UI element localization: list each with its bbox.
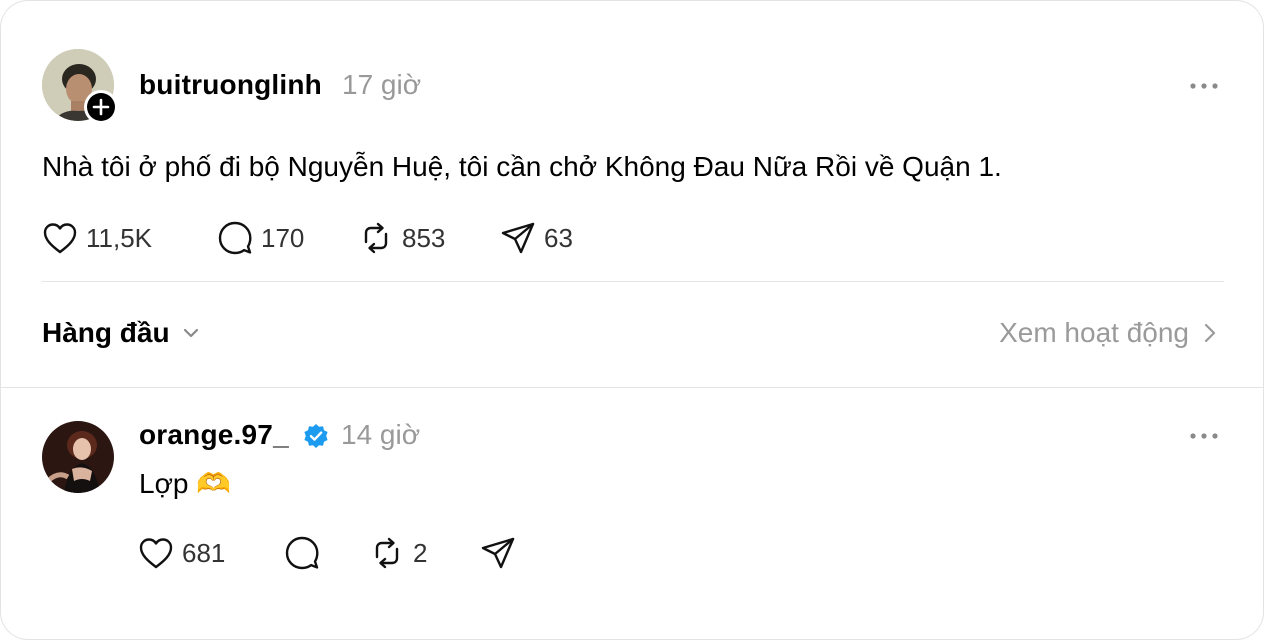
view-activity-label: Xem hoạt động [999, 317, 1189, 348]
chevron-down-icon [182, 324, 200, 342]
share-icon [500, 220, 536, 256]
sort-dropdown[interactable]: Hàng đầu [42, 317, 200, 349]
post-username[interactable]: buitruonglinh [139, 69, 322, 101]
comment-button[interactable] [284, 533, 320, 573]
more-options-icon[interactable] [1187, 425, 1221, 447]
chevron-right-icon [1203, 321, 1217, 345]
thread-card: buitruonglinh 17 giờ Nhà tôi ở phố đi bộ… [0, 0, 1264, 640]
reply-avatar[interactable] [42, 421, 114, 493]
share-icon [480, 535, 516, 571]
share-count: 63 [544, 222, 573, 253]
share-button[interactable]: 63 [500, 218, 573, 258]
reply-username[interactable]: orange.97_ [139, 419, 289, 451]
share-button[interactable] [480, 533, 516, 573]
verified-badge-icon [303, 423, 329, 449]
like-button[interactable]: 681 [138, 533, 225, 573]
repost-count: 2 [413, 537, 428, 568]
repost-icon [369, 535, 405, 571]
reply-time[interactable]: 14 giờ [341, 419, 420, 451]
repost-icon [358, 220, 394, 256]
divider [1, 387, 1264, 388]
repost-button[interactable]: 2 [369, 533, 427, 573]
comment-icon [217, 220, 253, 256]
heart-icon [138, 536, 174, 570]
sort-label: Hàng đầu [42, 317, 170, 348]
divider [42, 281, 1224, 282]
repost-button[interactable]: 853 [358, 218, 445, 258]
heart-icon [42, 221, 78, 255]
post-text: Nhà tôi ở phố đi bộ Nguyễn Huệ, tôi cần … [42, 151, 1002, 182]
follow-plus-icon[interactable] [84, 90, 118, 124]
repost-count: 853 [402, 222, 446, 253]
like-count: 681 [182, 537, 226, 568]
like-button[interactable]: 11,5K [42, 218, 152, 258]
more-options-icon[interactable] [1187, 75, 1221, 97]
comment-icon [284, 535, 320, 571]
reply-text: Lợp 🫶 [139, 468, 232, 499]
view-activity-link[interactable]: Xem hoạt động [999, 317, 1217, 349]
post-time[interactable]: 17 giờ [342, 69, 421, 101]
like-count: 11,5K [86, 222, 153, 253]
comment-button[interactable]: 170 [217, 218, 304, 258]
comment-count: 170 [261, 222, 305, 253]
